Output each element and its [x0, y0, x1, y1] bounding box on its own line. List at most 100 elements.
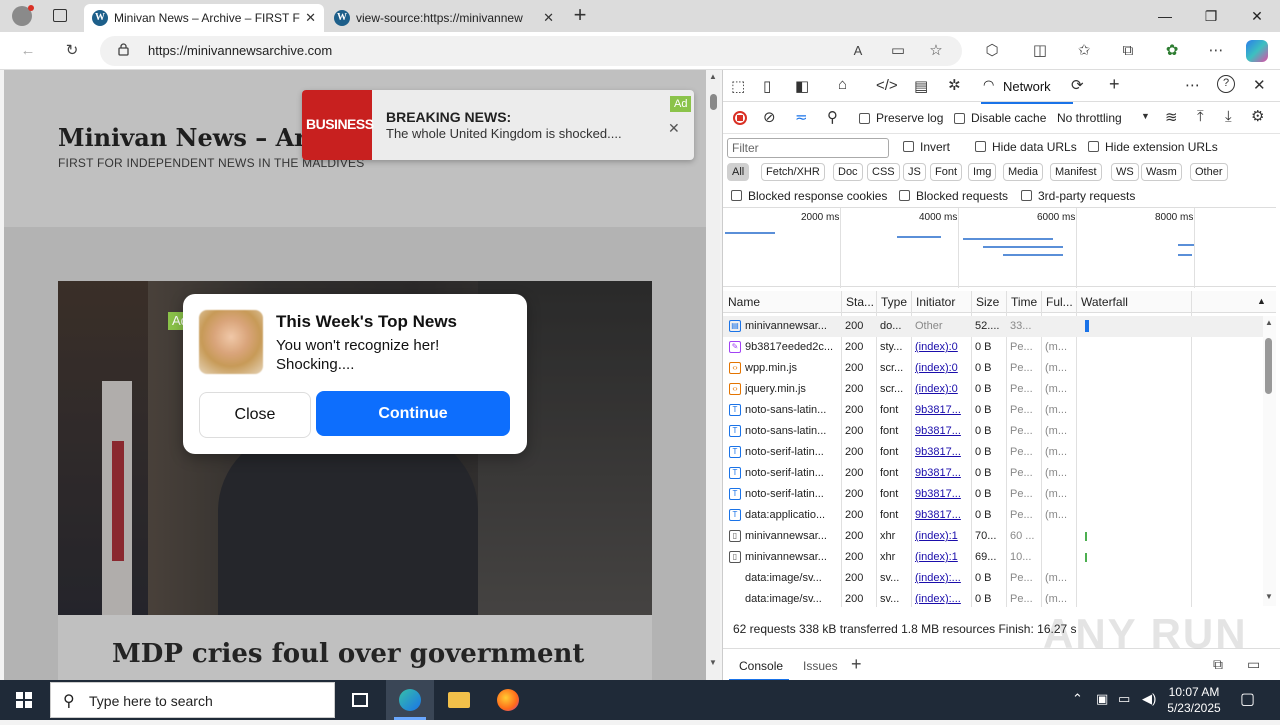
type-filter-font[interactable]: Font [930, 163, 963, 181]
dock-side-icon[interactable]: ◧ [795, 77, 809, 95]
hide-data-urls-checkbox[interactable] [975, 141, 986, 152]
network-overview-timeline[interactable]: 2000 ms 4000 ms 6000 ms 8000 ms [723, 207, 1276, 288]
tab-actions-icon[interactable] [53, 9, 67, 22]
inspect-element-icon[interactable]: ⬚ [731, 77, 745, 95]
type-filter-other[interactable]: Other [1190, 163, 1228, 181]
extensions-icon[interactable]: ⬡ [982, 41, 1002, 61]
lock-icon[interactable] [118, 43, 129, 56]
maximize-button[interactable]: ❐ [1188, 4, 1234, 28]
request-initiator[interactable]: 9b3817... [915, 467, 969, 479]
drawer-tab-issues[interactable]: Issues [803, 659, 838, 673]
devtools-more-icon[interactable]: ⋯ [1185, 76, 1200, 94]
welcome-home-icon[interactable]: ⌂ [838, 76, 847, 93]
tab-view-source[interactable]: W view-source:https://minivannew ✕ [326, 4, 562, 32]
requests-scrollbar[interactable]: ▲ ▼ [1263, 316, 1276, 606]
network-icon[interactable]: ▭ [1118, 691, 1130, 707]
type-filter-ws[interactable]: WS [1111, 163, 1139, 181]
request-row[interactable]: ✎ 9b3817eeded2c... 200 sty... (index):0 0 B Pe… [723, 337, 1263, 358]
volume-icon[interactable]: ◀) [1142, 691, 1156, 707]
close-window-button[interactable]: ✕ [1234, 4, 1280, 28]
preserve-log-checkbox[interactable] [859, 113, 870, 124]
page-scrollbar-thumb[interactable] [710, 94, 717, 110]
import-har-icon[interactable]: ⤒ [1197, 108, 1204, 125]
type-filter-manifest[interactable]: Manifest [1050, 163, 1102, 181]
popup-close-button[interactable]: Close [199, 392, 311, 438]
immersive-reader-icon[interactable]: ▭ [888, 41, 908, 61]
type-filter-css[interactable]: CSS [867, 163, 900, 181]
more-tools-plus-icon[interactable]: + [1109, 74, 1120, 95]
request-initiator[interactable]: 9b3817... [915, 404, 969, 416]
drawer-dock-icon[interactable]: ⧉ [1213, 656, 1223, 673]
sources-bug-icon[interactable]: ✲ [948, 76, 961, 94]
request-initiator[interactable]: (index):0 [915, 362, 969, 374]
drawer-add-tab-icon[interactable]: + [851, 654, 862, 675]
performance-icon[interactable]: ⟳ [1071, 76, 1084, 94]
request-initiator[interactable]: (index):... [915, 572, 969, 584]
collections-icon[interactable]: ⧉ [1118, 41, 1138, 61]
tray-chevron-up-icon[interactable]: ⌃ [1072, 691, 1083, 707]
task-view-icon[interactable] [336, 680, 384, 720]
hide-extension-urls-checkbox[interactable] [1088, 141, 1099, 152]
read-aloud-icon[interactable]: A [848, 41, 868, 61]
request-initiator[interactable]: (index):0 [915, 341, 969, 353]
column-initiator[interactable]: Initiator [916, 295, 955, 309]
requests-scrollbar-thumb[interactable] [1265, 338, 1272, 394]
new-tab-button[interactable]: + [568, 2, 592, 28]
throttling-chevron-down-icon[interactable]: ▼ [1141, 111, 1150, 121]
network-conditions-icon[interactable]: ≋ [1165, 108, 1178, 126]
column-size[interactable]: Size [976, 295, 999, 309]
disable-cache-checkbox[interactable] [954, 113, 965, 124]
column-type[interactable]: Type [881, 295, 907, 309]
file-explorer-icon[interactable] [434, 680, 482, 720]
popup-continue-button[interactable]: Continue [316, 391, 510, 436]
close-devtools-icon[interactable]: ✕ [1253, 76, 1266, 94]
start-button[interactable] [0, 680, 48, 720]
network-settings-gear-icon[interactable]: ⚙ [1251, 107, 1264, 125]
column-name[interactable]: Name [728, 295, 760, 309]
device-toolbar-icon[interactable]: ▯ [763, 77, 771, 95]
scroll-up-arrow-icon[interactable]: ▲ [709, 72, 717, 81]
request-row[interactable]: Tnoto-sans-latin... 200 font 9b3817... 0 B Pe… [723, 400, 1263, 421]
drawer-close-icon[interactable]: ▭ [1247, 656, 1260, 673]
blocked-requests-checkbox[interactable] [899, 190, 910, 201]
waterfall-sort-icon[interactable]: ▲ [1257, 296, 1266, 306]
column-fulfilled[interactable]: Ful... [1046, 295, 1073, 309]
request-row[interactable]: ▤ minivannewsar... 200 do... Other 52.... 33..… [723, 316, 1263, 337]
firefox-icon[interactable] [484, 680, 532, 720]
export-har-icon[interactable]: ⤓ [1225, 108, 1232, 125]
tab-minivan-news[interactable]: W Minivan News – Archive – FIRST F ✕ [84, 4, 324, 32]
clear-log-icon[interactable]: ⊘ [763, 108, 776, 126]
minimize-button[interactable]: — [1142, 4, 1188, 28]
search-icon[interactable]: ⚲ [827, 108, 838, 126]
performance-icon[interactable]: ✿ [1162, 41, 1182, 61]
type-filter-img[interactable]: Img [968, 163, 997, 181]
breaking-news-ad-banner[interactable]: BUSINESS BREAKING NEWS: The whole United… [302, 90, 694, 160]
request-row[interactable]: data:image/sv... 200 sv... (index):... 0 B Pe… [723, 568, 1263, 589]
request-row[interactable]: Tdata:applicatio... 200 font 9b3817... 0 B Pe… [723, 505, 1263, 526]
notifications-icon[interactable]: ▢ [1240, 689, 1255, 709]
request-initiator[interactable]: 9b3817... [915, 446, 969, 458]
request-row[interactable]: Tnoto-serif-latin... 200 font 9b3817... 0 B P… [723, 484, 1263, 505]
type-filter-doc[interactable]: Doc [833, 163, 863, 181]
request-row[interactable]: Tnoto-serif-latin... 200 font 9b3817... 0 B P… [723, 442, 1263, 463]
elements-icon[interactable]: </> [876, 77, 898, 94]
refresh-icon[interactable]: ↻ [62, 41, 82, 61]
drawer-tab-console[interactable]: Console [739, 659, 783, 673]
split-screen-icon[interactable]: ◫ [1030, 41, 1050, 61]
throttling-select[interactable]: No throttling [1057, 111, 1122, 125]
third-party-checkbox[interactable] [1021, 190, 1032, 201]
invert-checkbox[interactable] [903, 141, 914, 152]
request-row[interactable]: Tnoto-serif-latin... 200 font 9b3817... 0 B P… [723, 463, 1263, 484]
breaking-news-close-icon[interactable]: ✕ [668, 120, 680, 137]
url-text[interactable]: https://minivannewsarchive.com [148, 43, 332, 58]
tray-device-icon[interactable]: ▣ [1096, 691, 1108, 707]
type-filter-all[interactable]: All [727, 163, 750, 181]
network-filter-input[interactable]: Filter [727, 138, 889, 158]
column-time[interactable]: Time [1011, 295, 1037, 309]
request-row[interactable]: ▯ minivannewsar... 200 xhr (index):1 70... 60 … [723, 526, 1263, 547]
column-status[interactable]: Sta... [846, 295, 874, 309]
request-initiator[interactable]: 9b3817... [915, 425, 969, 437]
tab-network[interactable]: ◠ Network [981, 74, 1073, 104]
scroll-up-arrow-icon[interactable]: ▲ [1265, 318, 1273, 327]
blocked-cookies-checkbox[interactable] [731, 190, 742, 201]
